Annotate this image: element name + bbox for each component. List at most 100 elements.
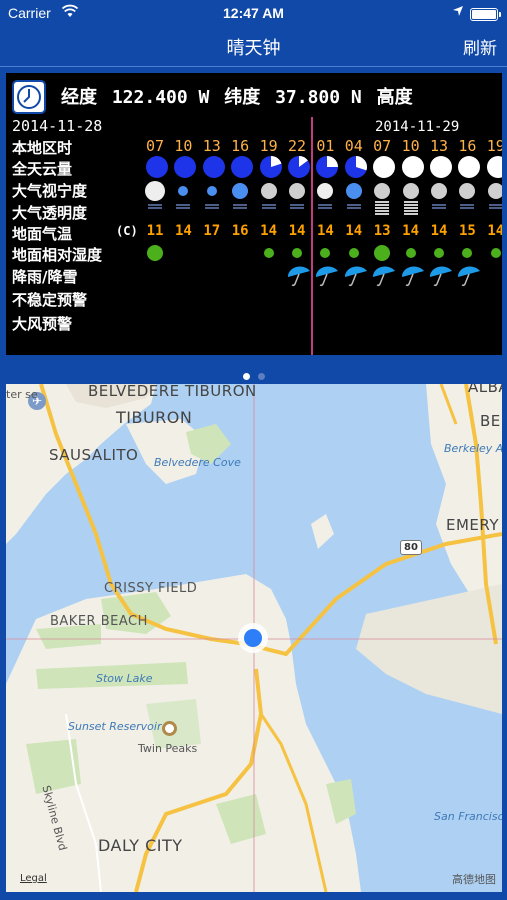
transparency-bar <box>375 213 390 215</box>
transparency-icon <box>204 204 219 210</box>
umbrella-icon <box>399 265 427 291</box>
highway-shield: 80 <box>400 540 422 555</box>
transparency-bar <box>403 204 418 206</box>
hour-cell: 19 <box>486 137 502 155</box>
clock-icon[interactable] <box>12 80 46 114</box>
temperature-cell: 14 <box>316 223 334 239</box>
seeing-icon <box>232 183 249 199</box>
map-label-belvedere-tiburon: BELVEDERE TIBURON <box>88 384 257 400</box>
page-title: 晴天钟 <box>226 38 281 59</box>
transparency-icon <box>460 204 475 210</box>
page-dot[interactable] <box>242 373 250 380</box>
map-label-airport: ter se <box>6 388 38 401</box>
humidity-icon <box>348 248 359 258</box>
cloud-cover-icon <box>484 155 502 183</box>
transparency-bar <box>346 204 361 206</box>
hour-cell: 01 <box>316 137 335 155</box>
map-label-stow-lake: Stow Lake <box>96 672 153 685</box>
transparency-icon <box>148 204 162 210</box>
map-view[interactable]: ✈ ter se BELVEDERE TIBURON TIBURON SAUSA… <box>6 384 502 892</box>
navigation-bar: 晴天钟 刷新 <box>0 28 507 66</box>
transparency-bar <box>403 213 418 215</box>
map-label-san-francisco-bay: San Francisco Bay <box>434 810 502 823</box>
nav-divider <box>0 66 507 67</box>
forecast-grid: 07 11 10 14 13 17 16 16 19 14 22 14 01 14 04 14 07 13 10 14… <box>141 73 502 355</box>
hour-cell: 16 <box>231 137 250 155</box>
transparency-icon <box>488 204 502 210</box>
transparency-bar <box>176 204 191 206</box>
legal-link[interactable]: Legal <box>20 873 47 884</box>
transparency-icon <box>432 204 446 210</box>
seeing-icon <box>459 183 476 199</box>
temperature-cell: 15 <box>458 223 476 239</box>
temperature-cell: 13 <box>373 223 391 239</box>
seeing-icon <box>206 186 217 196</box>
map-label-sunset-reservoir: Sunset Reservoir <box>68 720 162 733</box>
umbrella-icon <box>427 265 455 291</box>
transparency-bar <box>148 207 162 209</box>
cloud-cover-icon <box>313 155 341 183</box>
forecast-panel[interactable]: 经度 122.400 W 纬度 37.800 N 高度 2014-11-28 2… <box>6 73 502 355</box>
map-label-crissy-field: CRISSY FIELD <box>104 581 198 596</box>
seeing-icon <box>260 183 277 199</box>
transparency-icon <box>290 204 304 210</box>
temperature-cell: 14 <box>288 223 306 239</box>
longitude-label: 经度 <box>61 87 97 108</box>
transparency-bar <box>290 207 304 209</box>
transparency-bar <box>261 207 276 209</box>
umbrella-icon <box>342 265 370 291</box>
map-label-sausalito: SAUSALITO <box>49 446 139 464</box>
refresh-button[interactable]: 刷新 <box>463 34 497 59</box>
seeing-icon <box>145 181 165 201</box>
humidity-icon <box>462 248 473 258</box>
humidity-icon <box>320 248 331 258</box>
cloud-cover-icon <box>228 155 256 183</box>
hour-cell: 07 <box>373 137 392 155</box>
page-indicator[interactable] <box>0 365 507 384</box>
cloud-cover-icon <box>427 155 455 183</box>
transparency-bar <box>460 204 475 206</box>
humidity-icon <box>147 245 163 261</box>
map-label-tiburon: TIBURON <box>116 408 193 427</box>
page-dot[interactable] <box>257 373 265 380</box>
humidity-icon <box>405 248 416 258</box>
status-bar: Carrier 12:47 AM <box>0 0 507 28</box>
date-left: 2014-11-28 <box>12 117 103 135</box>
transparency-bar <box>233 204 248 206</box>
transparency-icon <box>375 201 390 216</box>
transparency-bar <box>176 207 191 209</box>
map-attribution: 高德地图 <box>452 873 496 886</box>
transparency-bar <box>148 204 162 206</box>
cloud-cover-icon <box>143 155 171 183</box>
umbrella-icon <box>313 265 341 291</box>
map-label-berkeley: BE <box>480 412 501 430</box>
temperature-cell: 16 <box>231 223 249 239</box>
transparency-bar <box>432 207 446 209</box>
transparency-bar <box>233 207 248 209</box>
hour-cell: 13 <box>202 137 221 155</box>
humidity-icon <box>374 245 391 261</box>
transparency-bar <box>375 201 390 203</box>
cloud-cover-icon <box>171 155 199 183</box>
temperature-cell: 14 <box>260 223 278 239</box>
transparency-bar <box>204 207 219 209</box>
seeing-icon <box>178 186 189 196</box>
transparency-bar <box>346 207 361 209</box>
cloud-cover-icon <box>342 155 370 183</box>
cloud-cover-icon <box>455 155 483 183</box>
cloud-cover-icon <box>200 155 228 183</box>
transparency-bar <box>261 204 276 206</box>
map-label-baker-beach: BAKER BEACH <box>50 614 148 629</box>
seeing-icon <box>317 183 334 199</box>
seeing-icon <box>487 183 502 199</box>
seeing-icon <box>402 183 419 199</box>
cloud-cover-icon <box>257 155 285 183</box>
transparency-bar <box>403 210 418 212</box>
seeing-icon <box>431 183 447 199</box>
humidity-icon <box>434 248 444 258</box>
map-label-twin-peaks: Twin Peaks <box>138 742 198 755</box>
row-label-humidity: 地面相对湿度 <box>12 246 103 264</box>
transparency-bar <box>375 210 390 212</box>
user-location-icon[interactable] <box>238 623 268 653</box>
row-label-transparency: 大气透明度 <box>12 204 88 222</box>
